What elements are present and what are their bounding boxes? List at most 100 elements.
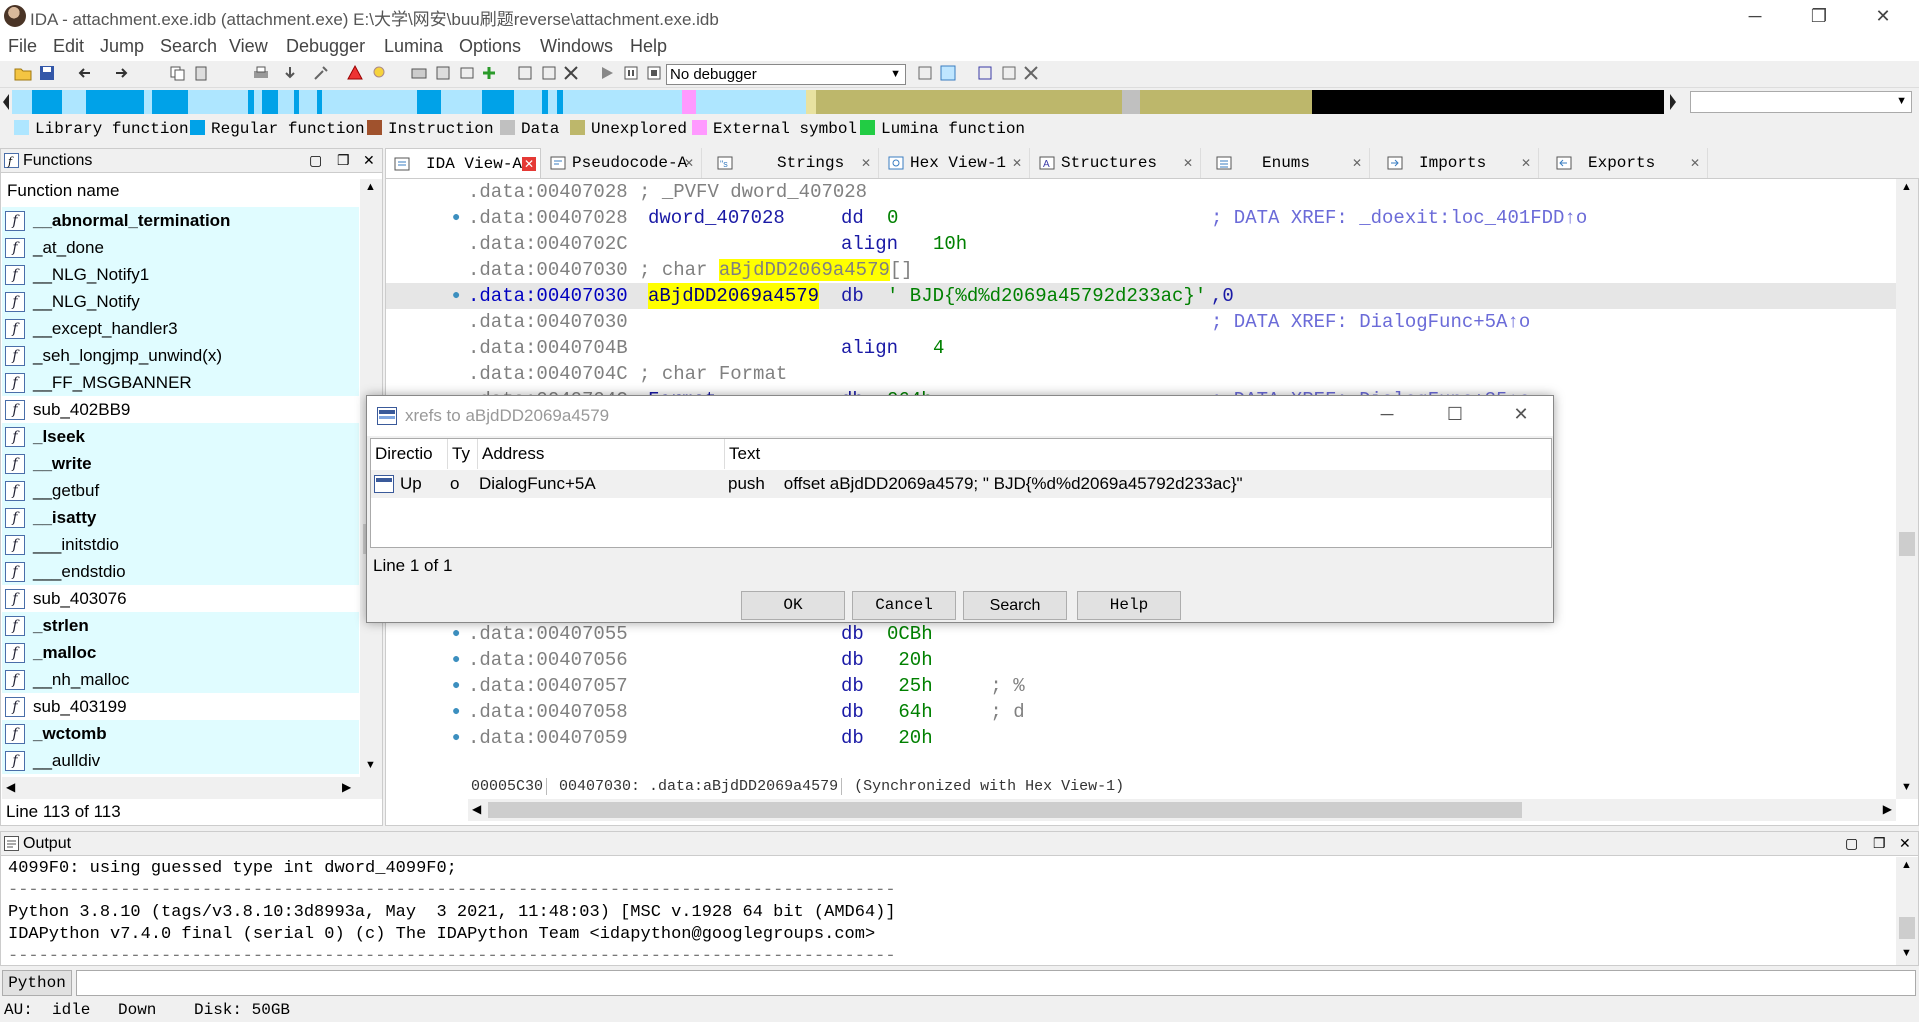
code-line[interactable]: .data:00407030 ; char aBjdDD2069a4579[] — [386, 257, 1896, 283]
function-list-item[interactable]: f __FF_MSGBANNER — [2, 369, 359, 396]
code-label[interactable]: dword_407028 — [648, 205, 785, 231]
dialog-maximize-icon[interactable]: ☐ — [1435, 404, 1475, 425]
function-list-item[interactable]: f sub_402BB9 — [2, 396, 359, 423]
nav-left-arrow-icon[interactable] — [2, 92, 10, 112]
menu-windows[interactable]: Windows — [540, 36, 613, 57]
function-list-item[interactable]: f _lseek — [2, 423, 359, 450]
highlighted-identifier[interactable]: aBjdDD2069a4579 — [648, 283, 820, 309]
function-list-item[interactable]: f __NLG_Notify — [2, 288, 359, 315]
tab-close-icon[interactable]: ✕ — [682, 156, 696, 170]
tab-imports[interactable]: Imports ✕ — [1371, 148, 1539, 178]
tab-close-icon[interactable]: ✕ — [1010, 156, 1024, 170]
pause-icon[interactable] — [622, 64, 640, 82]
function-list-item[interactable]: f __NLG_Notify1 — [2, 261, 359, 288]
download-icon[interactable] — [281, 64, 299, 82]
code-line[interactable]: ● .data:00407057 db 25h ; % — [386, 673, 1896, 699]
paste-icon[interactable] — [192, 64, 210, 82]
navigation-band[interactable] — [12, 90, 1664, 114]
function-list-item[interactable]: f _malloc — [2, 639, 359, 666]
panel-close-icon[interactable]: ✕ — [1899, 835, 1911, 852]
function-list-item[interactable]: f _strlen — [2, 612, 359, 639]
function-list-item[interactable]: f __getbuf — [2, 477, 359, 504]
scroll-down-icon[interactable]: ▼ — [365, 759, 376, 771]
print-icon[interactable] — [252, 64, 270, 82]
scroll-down-icon[interactable]: ▼ — [1901, 947, 1912, 959]
panel-float-icon[interactable]: ▢ — [1845, 835, 1858, 852]
lightbulb-icon[interactable] — [370, 64, 388, 82]
output-vertical-scrollbar[interactable]: ▲ ▼ — [1896, 857, 1918, 965]
tools-icon[interactable] — [312, 64, 330, 82]
stop-icon[interactable] — [645, 64, 663, 82]
ok-button[interactable]: OK — [741, 591, 845, 620]
tab-close-icon[interactable]: ✕ — [1688, 156, 1702, 170]
tab-close-icon[interactable]: ✕ — [522, 157, 536, 171]
code-xref-comment[interactable]: ; DATA XREF: _doexit:loc_401FDD↑o — [1211, 205, 1587, 231]
tab-hex-view-1[interactable]: Hex View-1 ✕ — [880, 148, 1030, 178]
menu-view[interactable]: View — [229, 36, 268, 57]
delete-icon[interactable] — [562, 64, 580, 82]
debugger-select[interactable]: No debugger ▼ — [666, 64, 906, 85]
tab-close-icon[interactable]: ✕ — [1519, 156, 1533, 170]
function-list-item[interactable]: f sub_403199 — [2, 693, 359, 720]
panel-close-icon[interactable]: ✕ — [363, 152, 375, 169]
code-line[interactable]: ● .data:00407058 db 64h ; d — [386, 699, 1896, 725]
save-icon[interactable] — [38, 64, 56, 82]
scroll-thumb[interactable] — [488, 802, 1522, 818]
column-header-text[interactable]: Text — [725, 439, 1551, 469]
scroll-up-icon[interactable]: ▲ — [1901, 181, 1912, 193]
column-header-direction[interactable]: Directio — [371, 439, 448, 469]
function-list-item[interactable]: f _at_done — [2, 234, 359, 261]
scroll-left-icon[interactable]: ◀ — [472, 802, 481, 816]
code-line[interactable]: ● .data:00407028 dword_407028 dd 0 ; DATA XRE… — [386, 205, 1896, 231]
panel-float-icon[interactable]: ▢ — [309, 152, 322, 169]
code-line[interactable]: .data:0040702C align 10h — [386, 231, 1896, 257]
tab-enums[interactable]: Enums ✕ — [1202, 148, 1370, 178]
menu-help[interactable]: Help — [630, 36, 667, 57]
dialog-close-icon[interactable]: ✕ — [1501, 404, 1541, 425]
functions-horizontal-scrollbar[interactable]: ◀ ▶ — [2, 777, 382, 799]
code-line[interactable]: ● .data:00407056 db 20h — [386, 647, 1896, 673]
function-list-item[interactable]: f __abnormal_termination — [2, 207, 359, 234]
code-line[interactable]: .data:0040704C ; char Format — [386, 361, 1896, 387]
tab-strings[interactable]: "s Strings ✕ — [703, 148, 879, 178]
code-line[interactable]: ● .data:00407059 db 20h — [386, 725, 1896, 751]
function-list-item[interactable]: f __write — [2, 450, 359, 477]
function-name-column-header[interactable]: Function name — [2, 178, 357, 204]
back-arrow-icon[interactable] — [76, 64, 94, 82]
python-language-button[interactable]: Python — [2, 970, 72, 996]
tab-close-icon[interactable]: ✕ — [859, 156, 873, 170]
close-button[interactable]: ✕ — [1860, 3, 1906, 29]
panel-maximize-icon[interactable]: ❐ — [1873, 835, 1886, 852]
code-line[interactable]: .data:00407030 ; DATA XREF: DialogFunc+5A… — [386, 309, 1896, 335]
ida-view-horizontal-scrollbar[interactable]: ◀ ▶ — [468, 799, 1896, 821]
nav-right-arrow-icon[interactable] — [1668, 92, 1678, 112]
tab-exports[interactable]: Exports ✕ — [1540, 148, 1708, 178]
struct-icon[interactable] — [434, 64, 452, 82]
menu-search[interactable]: Search — [160, 36, 217, 57]
tab-pseudocode-a[interactable]: Pseudocode-A ✕ — [542, 148, 702, 178]
menu-options[interactable]: Options — [459, 36, 521, 57]
code-line[interactable]: .data:0040704B align 4 — [386, 335, 1896, 361]
function-list-item[interactable]: f __isatty — [2, 504, 359, 531]
function-list-item[interactable]: f __aulldiv — [2, 747, 359, 774]
search-button[interactable]: Search — [963, 591, 1067, 620]
copy-icon[interactable] — [168, 64, 186, 82]
xref-row[interactable]: Up o DialogFunc+5A push offset aBjdDD206… — [371, 470, 1551, 498]
tab-close-icon[interactable]: ✕ — [1181, 156, 1195, 170]
minimize-button[interactable]: ─ — [1732, 3, 1778, 29]
scroll-thumb[interactable] — [1899, 917, 1915, 939]
function-list-item[interactable]: f sub_403076 — [2, 585, 359, 612]
cancel-button[interactable]: Cancel — [852, 591, 956, 620]
data-icon[interactable] — [410, 64, 428, 82]
function-list-item[interactable]: f _wctomb — [2, 720, 359, 747]
menu-edit[interactable]: Edit — [53, 36, 84, 57]
scroll-right-icon[interactable]: ▶ — [342, 780, 351, 794]
code-icon[interactable] — [458, 64, 476, 82]
dialog-minimize-icon[interactable]: ─ — [1367, 404, 1407, 425]
menu-jump[interactable]: Jump — [100, 36, 144, 57]
function-list-item[interactable]: f __nh_malloc — [2, 666, 359, 693]
trace-icon[interactable] — [976, 64, 994, 82]
open-folder-icon[interactable] — [14, 64, 32, 82]
function-list-item[interactable]: f _seh_longjmp_unwind(x) — [2, 342, 359, 369]
clear-trace-icon[interactable] — [1022, 64, 1040, 82]
